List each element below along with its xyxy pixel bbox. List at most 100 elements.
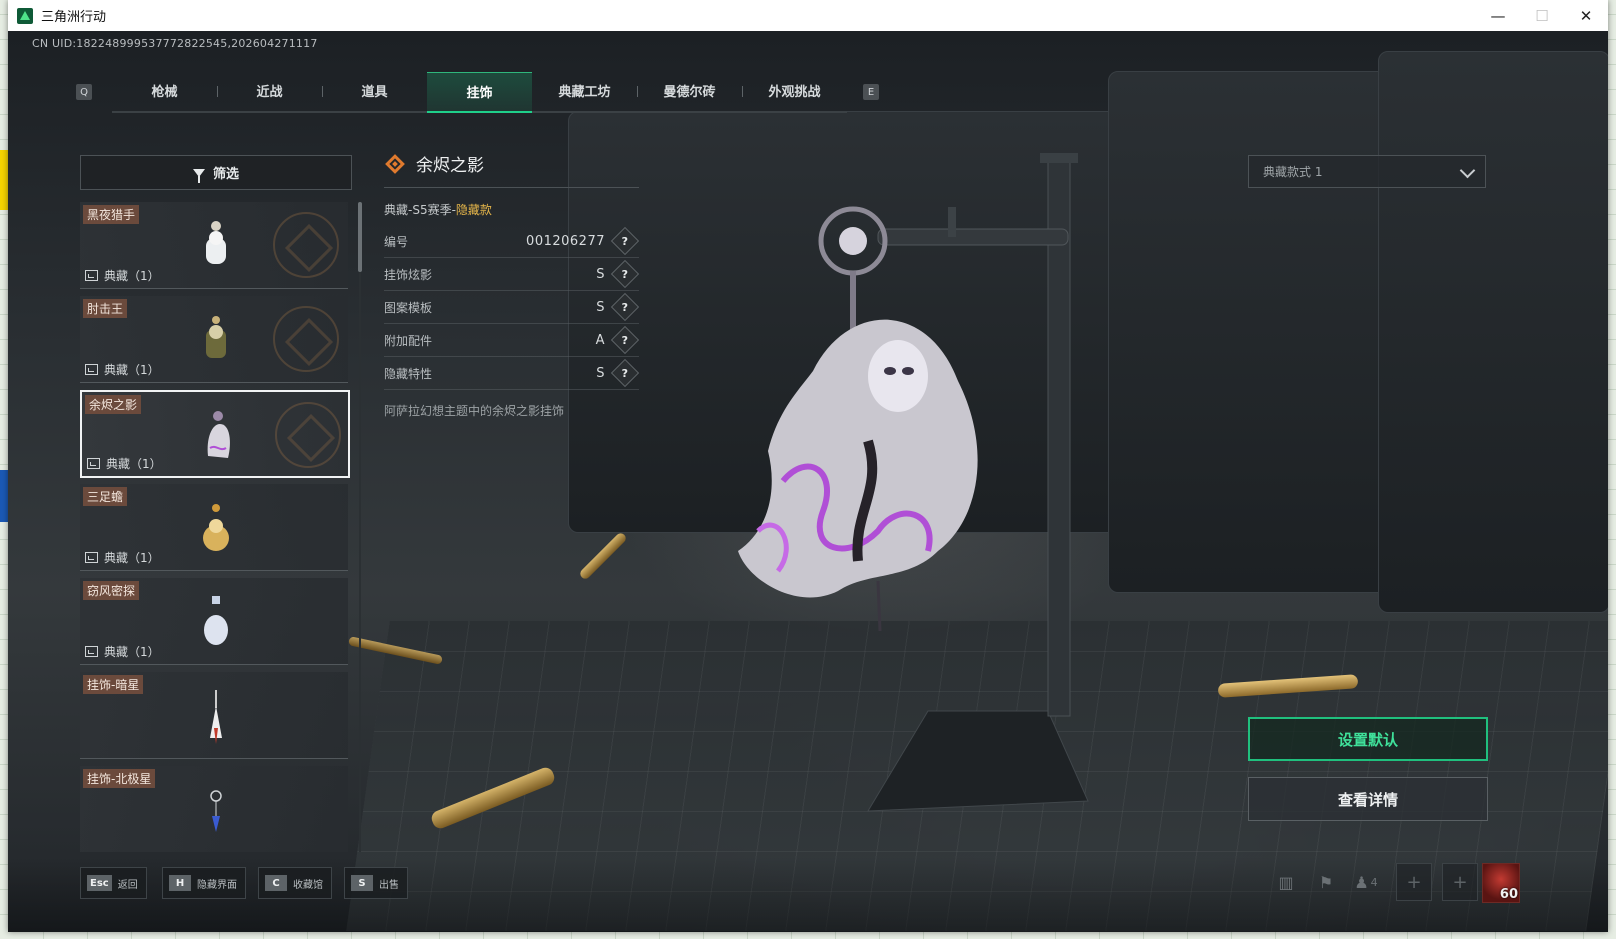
- charm-thumbnail: [206, 316, 226, 358]
- item-name: 挂饰-北极星: [83, 769, 156, 788]
- help-icon[interactable]: ?: [610, 292, 640, 322]
- item-tag: 典藏（1）: [85, 361, 160, 378]
- image-icon: [87, 458, 100, 469]
- item-tag-label: 典藏（1）: [104, 645, 160, 659]
- stand-arm: [877, 228, 1069, 246]
- attribute-value: 001206277: [526, 233, 605, 249]
- stand-cap: [1040, 153, 1078, 163]
- help-glyph: ?: [621, 333, 629, 347]
- party-icon[interactable]: ♟ 4: [1346, 863, 1386, 901]
- hotkey-label: 收藏馆: [293, 879, 323, 891]
- filter-icon: [192, 168, 205, 183]
- item-name: 黑夜猎手: [83, 205, 140, 224]
- tab-strip: 枪械 近战 道具 挂饰 典藏工坊 曼德尔砖 外观挑战: [112, 71, 847, 113]
- tab-collection-workshop[interactable]: 典藏工坊: [532, 72, 637, 110]
- category-tabs: Q 枪械 近战 道具 挂饰 典藏工坊 曼德尔砖 外观挑战 E: [76, 71, 879, 113]
- help-glyph: ?: [621, 234, 629, 248]
- help-icon[interactable]: ?: [610, 325, 640, 355]
- tab-next-key[interactable]: E: [863, 84, 879, 100]
- stand-hook: [948, 207, 956, 237]
- charm-thumbnail: [203, 504, 229, 551]
- help-icon[interactable]: ?: [610, 358, 640, 388]
- help-glyph: ?: [621, 300, 629, 314]
- item-name: 挂饰-暗星: [83, 675, 144, 694]
- attribute-value: S: [596, 365, 605, 381]
- attribute-row: 图案模板 S ?: [384, 291, 640, 324]
- image-icon: [85, 552, 98, 563]
- hotkey-key: S: [351, 875, 373, 891]
- attribute-label: 隐藏特性: [384, 366, 433, 381]
- charm-thumbnail: [204, 596, 228, 645]
- background-crate-right: [1108, 71, 1410, 593]
- help-glyph: ?: [621, 267, 629, 281]
- add-teammate-slot[interactable]: +: [1442, 863, 1478, 901]
- list-item[interactable]: 黑夜猎手 典藏（1）: [80, 202, 348, 289]
- item-description: 阿萨拉幻想主题中的余烬之影挂饰: [384, 404, 565, 418]
- chevron-down-icon: [1459, 162, 1476, 179]
- attribute-value: A: [595, 332, 605, 348]
- tab-charms[interactable]: 挂饰: [427, 71, 532, 113]
- filter-button[interactable]: 筛选: [80, 155, 352, 190]
- tab-guns[interactable]: 枪械: [112, 72, 217, 110]
- season-label: 典藏-S5赛季-隐藏款: [384, 201, 492, 218]
- desktop-edge-yellow: [0, 150, 8, 210]
- detail-title-text: 余烬之影: [416, 156, 484, 176]
- hotkey-key: C: [265, 875, 287, 891]
- desktop-edge-blue: [0, 470, 8, 522]
- help-glyph: ?: [621, 366, 629, 380]
- list-item-selected[interactable]: 余烬之影 典藏（1）: [80, 390, 350, 478]
- collection-emblem-icon: [275, 402, 341, 468]
- hotkey-collection[interactable]: C 收藏馆: [258, 867, 332, 899]
- tab-appearance-challenge[interactable]: 外观挑战: [742, 72, 847, 110]
- variant-dropdown-value: 典藏款式 1: [1263, 165, 1323, 179]
- item-tag-label: 典藏（1）: [104, 363, 160, 377]
- close-button[interactable]: ✕: [1564, 0, 1608, 31]
- list-item[interactable]: 挂饰-北极星: [80, 766, 348, 852]
- tab-mandel-brick[interactable]: 曼德尔砖: [637, 72, 742, 110]
- image-icon: [85, 646, 98, 657]
- game-viewport: ​ CN UID:18224899953777282254​5,20260427…: [8, 31, 1608, 932]
- hotkey-label: 返回: [117, 879, 138, 891]
- item-name: 肘击王: [83, 299, 128, 318]
- variant-dropdown[interactable]: 典藏款式 1: [1248, 155, 1486, 188]
- attribute-label: 挂饰炫影: [384, 267, 433, 282]
- set-default-button[interactable]: 设置默认: [1248, 717, 1488, 761]
- hotkey-hide-ui[interactable]: H 隐藏界面: [162, 867, 246, 899]
- item-tag: 典藏（1）: [87, 455, 162, 472]
- list-item[interactable]: 挂饰-暗星: [80, 672, 348, 759]
- item-tag: 典藏（1）: [85, 267, 160, 284]
- charm-display: [738, 153, 1089, 812]
- add-teammate-slot[interactable]: +: [1396, 863, 1432, 901]
- tab-prev-key[interactable]: Q: [76, 84, 92, 100]
- window-title: 三角洲行动: [41, 10, 107, 25]
- app-logo-icon: [17, 7, 33, 24]
- tab-props[interactable]: 道具: [322, 72, 427, 110]
- tab-melee[interactable]: 近战: [217, 72, 322, 110]
- list-item[interactable]: 三足蟾 典藏（1）: [80, 484, 348, 571]
- help-icon[interactable]: ?: [610, 226, 640, 256]
- list-item[interactable]: 窃风密探 典藏（1）: [80, 578, 348, 665]
- item-tag: 典藏（1）: [85, 643, 160, 660]
- hotkey-label: 隐藏界面: [197, 879, 237, 891]
- help-icon[interactable]: ?: [610, 259, 640, 289]
- attribute-value: S: [596, 266, 605, 282]
- hotkey-sell[interactable]: S 出售: [344, 867, 408, 899]
- hotkey-back[interactable]: Esc 返回: [80, 867, 147, 899]
- list-scrollbar-thumb[interactable]: [358, 202, 362, 272]
- charm-thumbnail: [210, 690, 222, 744]
- list-scrollbar-track[interactable]: [359, 202, 361, 852]
- item-name: 窃风密探: [83, 581, 140, 600]
- minimize-button[interactable]: —: [1476, 0, 1520, 31]
- rarity-icon: [385, 153, 405, 174]
- attribute-row: 挂饰炫影 S ?: [384, 258, 640, 291]
- hotkey-key: Esc: [87, 875, 112, 891]
- attribute-row: 隐藏特性 S ?: [384, 357, 640, 390]
- item-name: 余烬之影: [85, 395, 142, 414]
- flag-icon[interactable]: ⚑: [1306, 863, 1346, 901]
- system-icons: ▥ ⚑ ♟ 4 + +: [1266, 863, 1478, 901]
- uid-text: CN UID:18224899953777282254​5,2026042711…: [32, 37, 318, 50]
- view-details-button[interactable]: 查看详情: [1248, 777, 1488, 821]
- stats-icon[interactable]: ▥: [1266, 863, 1306, 901]
- maximize-button[interactable]: ☐: [1520, 0, 1564, 31]
- list-item[interactable]: 肘击王 典藏（1）: [80, 296, 348, 383]
